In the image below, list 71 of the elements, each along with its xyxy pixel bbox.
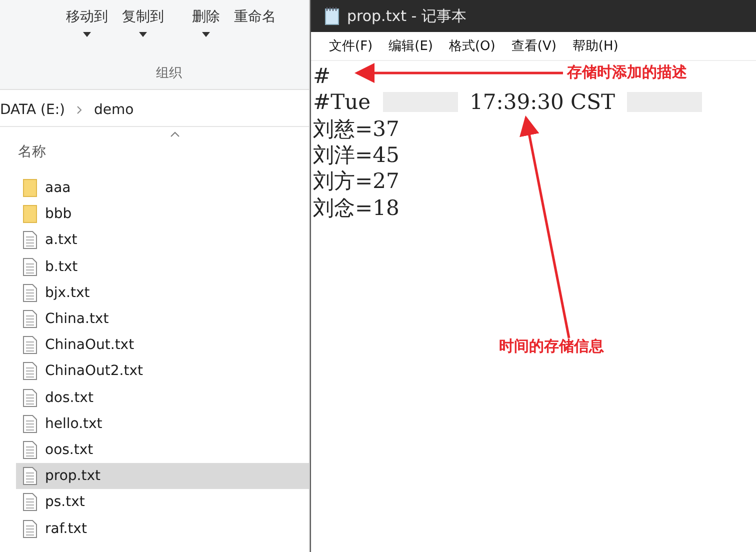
- text-line: #: [313, 63, 331, 90]
- document-icon: [23, 336, 37, 354]
- file-row[interactable]: ChinaOut2.txt: [16, 358, 309, 384]
- ribbon-button[interactable]: 移动到: [64, 8, 110, 48]
- file-name: ChinaOut.txt: [45, 337, 134, 354]
- file-name: hello.txt: [45, 416, 102, 432]
- annotation-label: 存储时添加的描述: [567, 63, 687, 82]
- column-header[interactable]: 名称: [18, 143, 46, 161]
- caret-icon: [202, 32, 210, 37]
- menu-item[interactable]: 编辑(E): [380, 37, 441, 55]
- file-row[interactable]: bbb: [16, 201, 309, 228]
- document-icon: [23, 362, 37, 380]
- document-icon: [23, 520, 37, 538]
- file-name: aaa: [45, 180, 71, 196]
- ribbon-button[interactable]: 重命名: [232, 8, 278, 48]
- text-line: #Tue: [313, 89, 371, 116]
- file-row[interactable]: ps.txt: [16, 489, 309, 516]
- file-name: China.txt: [45, 311, 109, 328]
- menu-item[interactable]: 格式(O): [440, 37, 504, 55]
- text-line: 刘洋=45: [313, 142, 400, 168]
- file-row[interactable]: b.txt: [16, 254, 309, 280]
- file-row[interactable]: prop.txt: [16, 463, 309, 490]
- document-icon: [23, 467, 37, 486]
- file-name: b.txt: [45, 258, 78, 275]
- document-icon: [23, 414, 37, 433]
- file-name: ps.txt: [45, 494, 85, 510]
- notepad-icon: [325, 7, 339, 25]
- file-row[interactable]: ChinaOut.txt: [16, 332, 309, 358]
- document-icon: [23, 284, 37, 302]
- menu-item[interactable]: 文件(F): [321, 37, 381, 55]
- ribbon-button[interactable]: 复制到: [120, 8, 166, 48]
- file-row[interactable]: dos.txt: [16, 384, 309, 411]
- text-line: 刘方=27: [313, 168, 400, 194]
- annotation-label: 时间的存储信息: [499, 337, 604, 356]
- file-name: ChinaOut2.txt: [45, 363, 143, 380]
- chevron-icon: [77, 106, 82, 114]
- document-icon: [23, 440, 37, 459]
- sort-caret-icon: [170, 131, 180, 137]
- text-line: 17:39:30 CST: [470, 89, 616, 116]
- file-name: bbb: [45, 206, 72, 222]
- file-name: oos.txt: [45, 442, 94, 458]
- ribbon-button[interactable]: 删除: [190, 8, 222, 48]
- caret-icon: [83, 32, 91, 37]
- file-row[interactable]: hello.txt: [16, 410, 309, 437]
- document-icon: [23, 231, 37, 250]
- file-name: bjx.txt: [45, 284, 90, 301]
- file-name: prop.txt: [45, 468, 101, 484]
- document-icon: [23, 493, 37, 512]
- group-label: 组织: [156, 65, 183, 82]
- document-icon: [23, 388, 37, 407]
- file-row[interactable]: a.txt: [16, 227, 309, 254]
- window-title: prop.txt - 记事本: [347, 6, 466, 26]
- file-name: raf.txt: [45, 520, 87, 537]
- document-icon: [23, 258, 37, 276]
- breadcrumb-item[interactable]: demo: [94, 102, 134, 118]
- text-line: 刘慈=37: [313, 116, 400, 142]
- text-line: 刘念=18: [313, 194, 400, 221]
- file-row[interactable]: bjx.txt: [16, 280, 309, 306]
- menu-item[interactable]: 帮助(H): [564, 37, 626, 55]
- file-row[interactable]: aaa: [16, 175, 309, 202]
- menu-item[interactable]: 查看(V): [503, 37, 564, 55]
- folder-icon: [23, 179, 37, 198]
- file-row[interactable]: oos.txt: [16, 436, 309, 464]
- file-name: a.txt: [45, 232, 78, 248]
- document-icon: [23, 310, 37, 328]
- caret-icon: [139, 32, 147, 37]
- file-row[interactable]: raf.txt: [16, 515, 309, 542]
- folder-icon: [23, 205, 37, 224]
- file-row[interactable]: China.txt: [16, 306, 309, 332]
- breadcrumb-item[interactable]: DATA (E:): [0, 102, 66, 118]
- file-name: dos.txt: [45, 390, 94, 406]
